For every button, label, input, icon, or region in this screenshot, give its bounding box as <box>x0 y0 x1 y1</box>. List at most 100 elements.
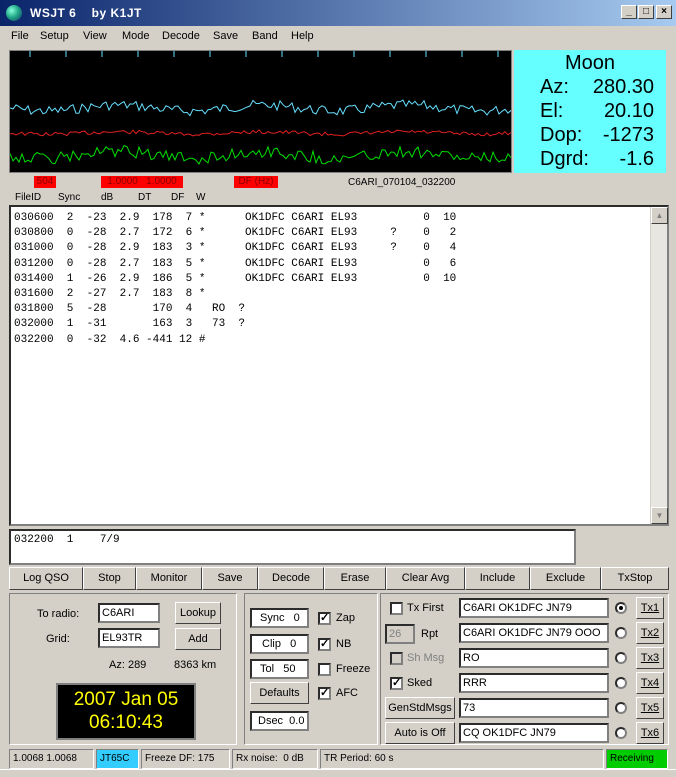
save-button[interactable]: Save <box>202 567 258 590</box>
lookup-button[interactable]: Lookup <box>175 602 221 624</box>
menu-mode[interactable]: Mode <box>122 30 150 42</box>
menu-save[interactable]: Save <box>213 30 238 42</box>
sync-value: Sync 0 <box>260 612 300 624</box>
status-mode: JT65C <box>96 749 139 769</box>
app-globe-icon <box>6 5 22 21</box>
tx-radio-5[interactable] <box>615 702 627 714</box>
afc-checkbox[interactable]: ✓ <box>318 687 331 700</box>
moon-dop-value: -1273 <box>602 124 654 146</box>
average-text-area[interactable]: 032200 1 7/9 <box>9 529 576 565</box>
rpt-label: Rpt <box>421 628 439 640</box>
tx-first-checkbox[interactable] <box>390 602 403 615</box>
grid-field[interactable]: EL93TR <box>98 628 160 648</box>
sked-checkbox[interactable]: ✓ <box>390 677 403 690</box>
auto-button[interactable]: Auto is Off <box>385 722 455 744</box>
tx5-button[interactable]: Tx5 <box>636 697 664 719</box>
to-radio-field[interactable]: C6ARI <box>98 603 160 623</box>
clock-date: 2007 Jan 05 <box>73 689 179 710</box>
erase-button[interactable]: Erase <box>324 567 386 590</box>
spectrum-box-504: 504 <box>34 176 56 188</box>
monitor-button[interactable]: Monitor <box>136 567 202 590</box>
current-filename: C6ARI_070104_032200 <box>348 177 456 188</box>
stop-button[interactable]: Stop <box>83 567 136 590</box>
green-trace <box>10 144 511 165</box>
dsec-spinner[interactable]: Dsec 0.0 <box>250 711 309 731</box>
zap-checkbox[interactable]: ✓ <box>318 612 331 625</box>
moon-dop-label: Dop: <box>540 124 583 146</box>
moon-dgrd-label: Dgrd: <box>540 148 589 170</box>
sked-label: Sked <box>407 677 433 689</box>
sh-msg-checkbox[interactable] <box>390 652 403 665</box>
freeze-checkbox[interactable] <box>318 663 331 676</box>
distance-readout: 8363 km <box>174 659 217 671</box>
tx-radio-1[interactable] <box>615 602 627 614</box>
decoded-scrollbar[interactable]: ▲ ▼ <box>650 207 668 524</box>
tx-radio-2[interactable] <box>615 627 627 639</box>
spectrum-box-df: DF (Hz) <box>234 176 278 188</box>
spectrum-box-ratio: 1.0000 1.0000 <box>101 176 183 188</box>
tx4-button[interactable]: Tx4 <box>636 672 664 694</box>
status-bar: 1.0068 1.0068 JT65C Freeze DF: 175 Rx no… <box>0 749 676 769</box>
menu-decode[interactable]: Decode <box>162 30 200 42</box>
add-button[interactable]: Add <box>175 628 221 650</box>
tol-spinner[interactable]: Tol 50 <box>250 659 309 679</box>
scroll-down-icon[interactable]: ▼ <box>651 507 668 524</box>
status-freeze-df: Freeze DF: 175 <box>141 749 230 769</box>
tx-message-2[interactable]: C6ARI OK1DFC JN79 OOO <box>459 623 609 643</box>
tx-message-4[interactable]: RRR <box>459 673 609 693</box>
tx-message-1[interactable]: C6ARI OK1DFC JN79 <box>459 598 609 618</box>
menu-file[interactable]: File <box>11 30 29 42</box>
menu-help[interactable]: Help <box>291 30 314 42</box>
moon-az-value: 280.30 <box>592 76 654 98</box>
spectrum-display[interactable] <box>9 50 512 173</box>
tx3-button[interactable]: Tx3 <box>636 647 664 669</box>
col-sync: Sync <box>58 192 81 203</box>
close-button[interactable]: × <box>656 5 672 19</box>
sync-spinner[interactable]: Sync 0 <box>250 608 309 628</box>
status-ratio: 1.0068 1.0068 <box>9 749 94 769</box>
exclude-button[interactable]: Exclude <box>530 567 601 590</box>
include-button[interactable]: Include <box>465 567 530 590</box>
window-title: WSJT 6 by K1JT <box>30 6 142 20</box>
tx-radio-4[interactable] <box>615 677 627 689</box>
txstop-button[interactable]: TxStop <box>601 567 669 590</box>
tx-message-6[interactable]: CQ OK1DFC JN79 <box>459 723 609 743</box>
status-tr-period: TR Period: 60 s <box>320 749 604 769</box>
menu-band[interactable]: Band <box>252 30 278 42</box>
menu-view[interactable]: View <box>83 30 107 42</box>
tx-first-label: Tx First <box>407 602 444 614</box>
log-qso-button[interactable]: Log QSO <box>9 567 83 590</box>
col-fileid: FileID <box>15 192 42 203</box>
moon-dgrd-value: -1.6 <box>619 148 654 170</box>
red-trace <box>10 129 511 137</box>
clear-avg-button[interactable]: Clear Avg <box>386 567 465 590</box>
tx-message-5[interactable]: 73 <box>459 698 609 718</box>
tx6-button[interactable]: Tx6 <box>636 722 664 744</box>
decode-button[interactable]: Decode <box>258 567 324 590</box>
clock-display: 2007 Jan 05 06:10:43 <box>56 683 196 740</box>
tx-message-3[interactable]: RO <box>459 648 609 668</box>
menu-setup[interactable]: Setup <box>40 30 69 42</box>
minimize-button[interactable]: _ <box>621 5 637 19</box>
menu-bar: File Setup View Mode Decode Save Band He… <box>0 27 676 45</box>
tx-radio-3[interactable] <box>615 652 627 664</box>
cyan-trace <box>10 99 511 117</box>
tx2-button[interactable]: Tx2 <box>636 622 664 644</box>
defaults-button[interactable]: Defaults <box>250 682 309 704</box>
tx1-button[interactable]: Tx1 <box>636 597 664 619</box>
sh-msg-label: Sh Msg <box>407 652 445 664</box>
main-button-row: Log QSO Stop Monitor Save Decode Erase C… <box>9 567 669 590</box>
nb-checkbox[interactable]: ✓ <box>318 638 331 651</box>
tx-radio-6[interactable] <box>615 727 627 739</box>
clip-spinner[interactable]: Clip 0 <box>250 634 309 654</box>
grid-label: Grid: <box>46 633 70 645</box>
scroll-up-icon[interactable]: ▲ <box>651 207 668 224</box>
rpt-field[interactable]: 26 <box>385 624 415 644</box>
zap-label: Zap <box>336 612 355 624</box>
clock-time: 06:10:43 <box>89 712 163 733</box>
maximize-button[interactable]: □ <box>638 5 654 19</box>
taskbar-strip <box>0 769 676 777</box>
decoded-text-area[interactable]: 030600 2 -23 2.9 178 7 * OK1DFC C6ARI EL… <box>9 205 669 526</box>
to-radio-label: To radio: <box>37 608 80 620</box>
gen-std-msgs-button[interactable]: GenStdMsgs <box>385 697 455 719</box>
